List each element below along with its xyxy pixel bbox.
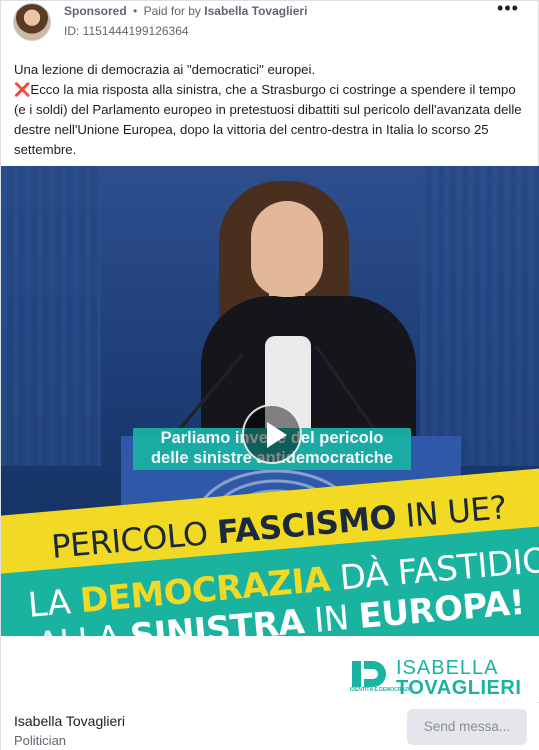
ad-header: Sponsored • Paid for by Isabella Tovagli…	[1, 0, 539, 45]
ad-footer: Isabella Tovaglieri Politician Send mess…	[1, 703, 539, 750]
ad-caption: Una lezione di democrazia ai "democratic…	[14, 60, 529, 160]
advertiser-avatar[interactable]	[13, 3, 51, 41]
send-message-button[interactable]: Send messa...	[407, 709, 527, 745]
ad-id: ID: 1151444199126364	[64, 24, 189, 38]
sponsored-label: Sponsored	[64, 4, 127, 18]
page-name[interactable]: Isabella Tovaglieri	[14, 713, 125, 729]
more-options-icon[interactable]: •••	[496, 0, 520, 21]
headline3-part-a: ALLA	[35, 617, 133, 666]
sponsored-line: Sponsored • Paid for by Isabella Tovagli…	[64, 4, 307, 18]
cross-mark-icon: ❌	[14, 82, 31, 97]
headline2-part-a: LA	[26, 581, 83, 626]
play-icon[interactable]	[242, 404, 302, 464]
speaker-face	[251, 201, 323, 297]
paid-for-prefix: Paid for by	[143, 4, 201, 18]
caption-line-1: Una lezione di democrazia ai "democratic…	[14, 62, 316, 77]
caption-body-paragraph: ❌Ecco la mia risposta alla sinistra, che…	[14, 80, 529, 160]
hemicycle-background-left	[1, 166, 101, 466]
page-category: Politician	[14, 733, 67, 748]
caption-body: Ecco la mia risposta alla sinistra, che …	[14, 82, 522, 157]
logo-bowl	[364, 661, 386, 687]
ad-card: Sponsored • Paid for by Isabella Tovagli…	[0, 0, 539, 750]
brand-logo: IDENTITÀ E DEMOCRAZIA ISABELLA TOVAGLIER…	[350, 657, 530, 699]
brand-name-last: TOVAGLIERI	[396, 677, 522, 699]
headline3-part-c: IN	[302, 597, 361, 642]
hemicycle-background-right	[420, 166, 539, 466]
paid-for-name[interactable]: Isabella Tovaglieri	[204, 4, 307, 18]
separator-dot: •	[133, 4, 138, 18]
logo-bar	[352, 661, 361, 687]
ad-video[interactable]: Parliamo invece del pericolo delle sinis…	[1, 166, 539, 702]
